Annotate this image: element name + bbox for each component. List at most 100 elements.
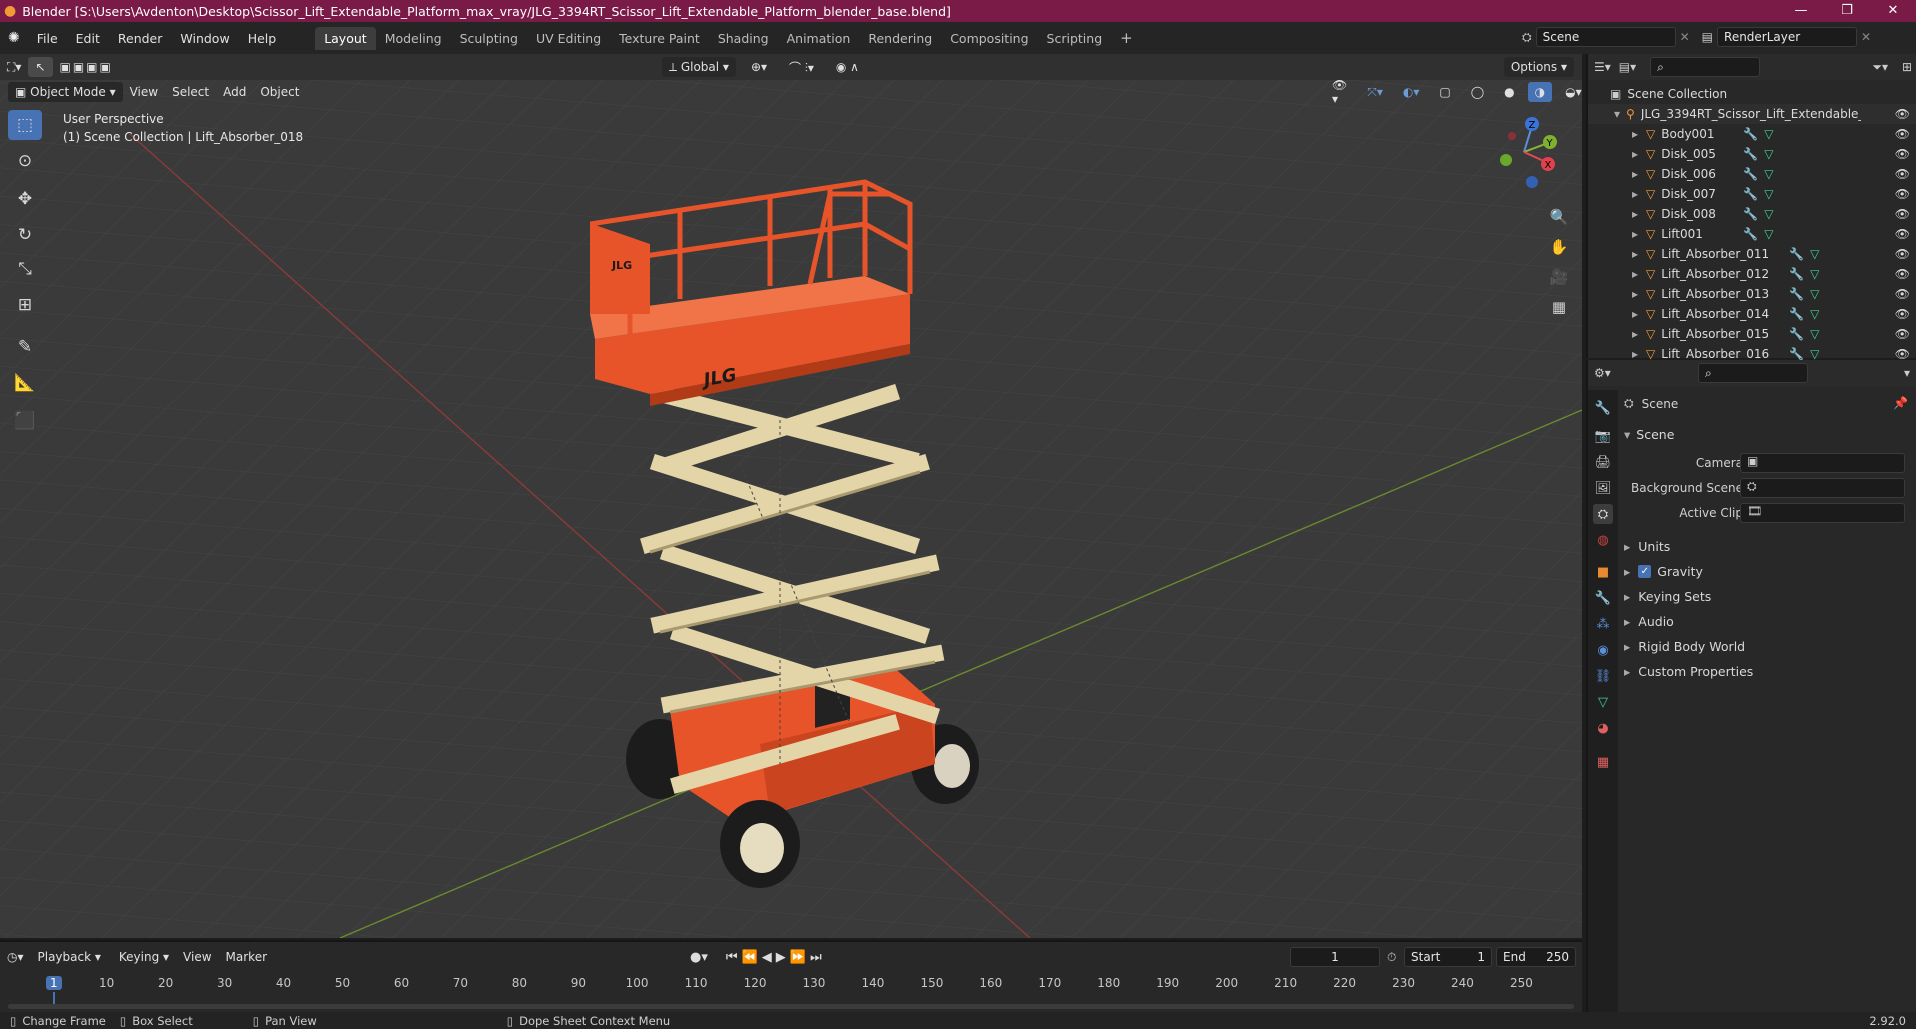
add-workspace-icon[interactable]: + [1111,25,1142,51]
chevron-right-icon[interactable]: ▸ [1632,207,1638,221]
eye-icon[interactable]: 👁 [1895,187,1910,201]
transform-orientation-dropdown[interactable]: ⟂ Global ▾ [662,57,736,77]
eye-icon[interactable]: 👁 [1895,227,1910,241]
menu-view[interactable]: View [123,82,165,102]
scene-icon[interactable]: ⛭ [1522,30,1532,45]
display-mode-icon[interactable]: ▤▾ [1619,60,1636,74]
xray-icon[interactable]: ▢ [1432,82,1457,102]
eye-icon[interactable]: 👁 [1895,107,1910,121]
outliner-item[interactable]: ▸ ▽ Lift_Absorber_014 🔧 ▽ 👁 [1588,304,1916,324]
outliner-item[interactable]: ▸ ▽ Lift001 🔧 ▽ 👁 [1588,224,1916,244]
eye-icon[interactable]: 👁 [1895,327,1910,341]
move-icon[interactable]: ✥ [8,184,42,214]
eye-icon[interactable]: 👁 [1895,287,1910,301]
subpanel-header[interactable]: ▸ Audio [1624,611,1674,631]
chevron-right-icon[interactable]: ▸ [1632,287,1638,301]
subpanel-header[interactable]: ▸ Rigid Body World [1624,636,1745,656]
chevron-right-icon[interactable]: ▸ [1632,187,1638,201]
pin-icon[interactable]: 📌 [1893,396,1908,410]
camera-view-icon[interactable]: 🎥 [1546,264,1572,290]
eye-icon[interactable]: 👁 [1895,347,1910,361]
material-tab-icon[interactable]: ◕ [1593,718,1613,738]
output-tab-icon[interactable]: 🖨 [1593,452,1613,472]
background-scene-field[interactable]: ⛭ [1740,478,1905,498]
chevron-right-icon[interactable]: ▸ [1632,347,1638,361]
menu-add[interactable]: Add [216,82,253,102]
active-clip-field[interactable]: 🎞 [1740,503,1905,523]
scene-selector[interactable]: Scene [1535,27,1676,47]
subpanel-header[interactable]: ▸ ✓ Gravity [1624,561,1703,581]
outliner-item[interactable]: ▸ ▽ Disk_007 🔧 ▽ 👁 [1588,184,1916,204]
subpanel-header[interactable]: ▸ Custom Properties [1624,661,1753,681]
pivot-point-icon[interactable]: ⊕▾ [744,57,774,77]
tab-scripting[interactable]: Scripting [1038,27,1112,50]
render-tab-icon[interactable]: 📷 [1593,426,1613,446]
subpanel-header[interactable]: ▸ Keying Sets [1624,586,1711,606]
tab-texture-paint[interactable]: Texture Paint [610,27,709,50]
zoom-icon[interactable]: 🔍 [1546,204,1572,230]
outliner-scene-collection[interactable]: ▣ Scene Collection [1588,84,1916,104]
menu-render[interactable]: Render [109,31,172,46]
constraints-tab-icon[interactable]: ⛓ [1593,666,1613,686]
eye-icon[interactable]: 👁 [1895,207,1910,221]
properties-editor-icon[interactable]: ⚙▾ [1594,366,1611,380]
scene-close-icon[interactable]: ✕ [1680,30,1690,44]
options-dropdown[interactable]: Options ▾ [1503,57,1574,77]
menu-object[interactable]: Object [253,82,306,102]
outliner-item[interactable]: ▸ ▽ Disk_008 🔧 ▽ 👁 [1588,204,1916,224]
navigation-gizmo[interactable]: Z Y X [1490,112,1560,188]
blender-menu-icon[interactable]: ✺ [0,30,28,46]
snap-icon[interactable]: ⌒ ⫶▾ [782,57,821,77]
eye-icon[interactable]: 👁 [1895,167,1910,181]
properties-search-input[interactable]: ⌕ [1698,363,1808,383]
measure-icon[interactable]: 📐 [8,368,42,398]
tab-layout[interactable]: Layout [315,26,376,50]
outliner-item[interactable]: ▸ ▽ Lift_Absorber_013 🔧 ▽ 👁 [1588,284,1916,304]
new-collection-icon[interactable]: ⊞ [1902,60,1912,74]
chevron-right-icon[interactable]: ▸ [1632,227,1638,241]
outliner-search-input[interactable]: ⌕ [1650,57,1761,77]
pan-hand-icon[interactable]: ✋ [1546,234,1572,260]
view-layer-tab-icon[interactable]: 🖼 [1593,478,1613,498]
chevron-right-icon[interactable]: ▸ [1632,307,1638,321]
scene-tab-icon[interactable]: ⛭ [1593,504,1613,524]
chevron-right-icon[interactable]: ▸ [1632,327,1638,341]
object-tab-icon[interactable]: ■ [1593,562,1613,582]
eye-icon[interactable]: 👁 [1895,127,1910,141]
menu-help[interactable]: Help [239,31,286,46]
gizmo-icon[interactable]: ⤧▾ [1360,82,1390,102]
eye-icon[interactable]: 👁 [1895,247,1910,261]
tab-compositing[interactable]: Compositing [941,27,1037,50]
scissor-lift-model[interactable]: JLG JLG [590,164,1010,904]
menu-window[interactable]: Window [171,31,238,46]
chevron-right-icon[interactable]: ▸ [1632,247,1638,261]
eye-icon[interactable]: 👁 [1895,307,1910,321]
outliner-item[interactable]: ▸ ▽ Lift_Absorber_012 🔧 ▽ 👁 [1588,264,1916,284]
tab-uv-editing[interactable]: UV Editing [527,27,610,50]
outliner-item[interactable]: ▸ ▽ Disk_006 🔧 ▽ 👁 [1588,164,1916,184]
tab-sculpting[interactable]: Sculpting [451,27,527,50]
modifier-tab-icon[interactable]: 🔧 [1593,588,1613,608]
menu-select[interactable]: Select [165,82,216,102]
chevron-right-icon[interactable]: ▸ [1632,267,1638,281]
object-mode-dropdown[interactable]: ▣ Object Mode ▾ [8,82,123,102]
shading-rendered-icon[interactable]: ◒▾ [1558,82,1582,102]
texture-tab-icon[interactable]: ▦ [1593,752,1613,772]
renderlayer-icon[interactable]: ▤ [1702,30,1713,44]
physics-tab-icon[interactable]: ◉ [1593,640,1613,660]
select-box-icon[interactable]: ⬚ [8,110,42,140]
chevron-down-icon[interactable]: ▾ [1614,107,1620,121]
tab-modeling[interactable]: Modeling [376,27,451,50]
camera-field[interactable]: ▣ [1740,453,1905,473]
renderlayer-selector[interactable]: RenderLayer [1717,27,1858,47]
world-tab-icon[interactable]: ◍ [1593,530,1613,550]
menu-file[interactable]: File [28,31,67,46]
editor-type-icon[interactable]: ⛶▾ [0,57,28,77]
transform-icon[interactable]: ⊞ [8,290,42,320]
maximize-button[interactable]: ❐ [1824,0,1870,22]
timeline-scrollbar[interactable] [8,1004,1574,1009]
close-button[interactable]: ✕ [1870,0,1916,22]
outliner-item[interactable]: ▸ ▽ Lift_Absorber_015 🔧 ▽ 👁 [1588,324,1916,344]
minimize-button[interactable]: — [1778,0,1824,22]
data-tab-icon[interactable]: ▽ [1593,692,1613,712]
